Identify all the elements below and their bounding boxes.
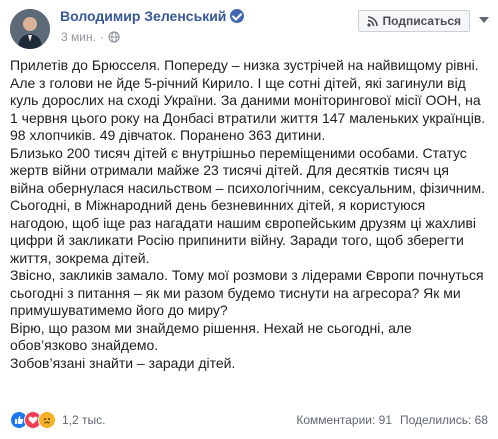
post-footer: 1,2 тыс. Комментарии: 91 Поделились: 68 xyxy=(10,409,488,431)
comments-count[interactable]: Комментарии: 91 xyxy=(296,413,392,427)
globe-icon xyxy=(108,31,120,43)
post-paragraph: Звісно, закликів замало. Тому мої розмов… xyxy=(10,267,484,318)
post-paragraph: Прилетів до Брюсселя. Попереду – низка з… xyxy=(10,57,486,143)
post-paragraph: Близько 200 тисяч дітей є внутрішньо пер… xyxy=(10,144,485,196)
verified-badge-icon xyxy=(230,9,245,23)
author-avatar[interactable] xyxy=(10,9,50,49)
author-name-label[interactable]: Володимир Зеленський xyxy=(60,8,226,24)
shares-count[interactable]: Поделились: 68 xyxy=(400,413,488,427)
post-stats: Комментарии: 91 Поделились: 68 xyxy=(296,413,488,427)
rss-icon xyxy=(366,15,378,27)
meta-separator: · xyxy=(99,30,104,44)
post-paragraph: Зобов’язані знайти – заради дітей. xyxy=(10,354,236,371)
post-header: Володимир Зеленський 3 мин. · Подписатьс… xyxy=(0,0,498,49)
reactions-count[interactable]: 1,2 тыс. xyxy=(62,413,105,427)
post-meta: 3 мин. · xyxy=(61,30,120,44)
post-paragraph: Сьогодні, в Міжнародний день безневинних… xyxy=(10,197,477,266)
post-paragraph: Вірю, що разом ми знайдемо рішення. Неха… xyxy=(10,319,412,354)
post-time[interactable]: 3 мин. xyxy=(61,30,96,44)
author-name[interactable]: Володимир Зеленський xyxy=(60,8,245,24)
chevron-down-icon[interactable] xyxy=(476,12,492,28)
subscribe-label: Подписаться xyxy=(382,14,461,28)
reactions-summary[interactable]: 1,2 тыс. xyxy=(10,411,105,429)
sad-reaction-icon xyxy=(38,411,56,429)
subscribe-button[interactable]: Подписаться xyxy=(357,10,470,32)
post-body: Прилетів до Брюсселя. Попереду – низка з… xyxy=(10,57,490,372)
